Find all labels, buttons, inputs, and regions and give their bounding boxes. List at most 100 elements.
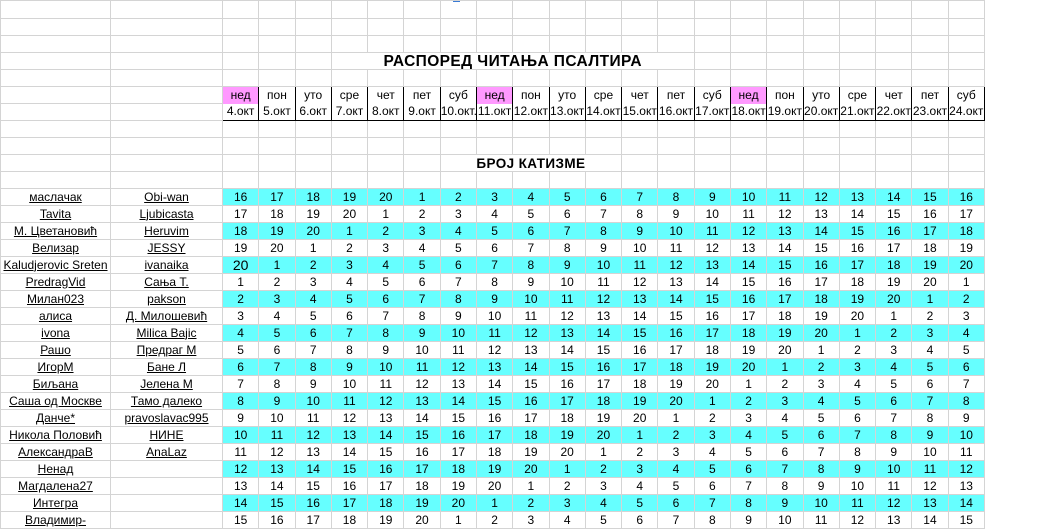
kathisma-number[interactable]: 3: [729, 409, 768, 427]
kathisma-number[interactable]: 4: [475, 205, 514, 223]
empty-cell[interactable]: [729, 69, 768, 87]
kathisma-number[interactable]: 12: [330, 409, 369, 427]
kathisma-number[interactable]: 5: [838, 392, 877, 410]
kathisma-number[interactable]: 12: [802, 188, 840, 206]
kathisma-number[interactable]: 1: [512, 477, 550, 495]
empty-cell[interactable]: [911, 52, 949, 70]
kathisma-number[interactable]: 20: [584, 426, 623, 444]
kathisma-number[interactable]: 9: [911, 426, 949, 444]
empty-cell[interactable]: [838, 0, 877, 19]
kathisma-number[interactable]: 8: [403, 307, 441, 325]
kathisma-number[interactable]: 20: [439, 494, 477, 512]
kathisma-number[interactable]: 10: [766, 511, 804, 529]
kathisma-number[interactable]: 20: [621, 409, 659, 427]
empty-cell[interactable]: [0, 35, 111, 53]
empty-cell[interactable]: [0, 171, 111, 189]
empty-cell[interactable]: [512, 0, 550, 19]
kathisma-number[interactable]: 3: [294, 273, 332, 291]
kathisma-number[interactable]: 14: [657, 290, 695, 308]
empty-cell[interactable]: [110, 103, 223, 121]
empty-cell[interactable]: [330, 120, 369, 138]
kathisma-number[interactable]: 4: [403, 239, 441, 257]
kathisma-number[interactable]: 11: [693, 222, 731, 240]
empty-cell[interactable]: [258, 18, 296, 36]
kathisma-number[interactable]: 12: [693, 239, 731, 257]
empty-cell[interactable]: [367, 154, 405, 172]
day-name-cell[interactable]: уто: [802, 86, 840, 104]
kathisma-number[interactable]: 7: [439, 273, 477, 291]
kathisma-number[interactable]: 9: [802, 477, 840, 495]
kathisma-number[interactable]: 12: [221, 460, 260, 478]
kathisma-number[interactable]: 17: [947, 205, 985, 223]
kathisma-number[interactable]: 10: [584, 256, 623, 274]
day-name-cell[interactable]: чет: [875, 86, 913, 104]
empty-cell[interactable]: [0, 120, 111, 138]
participant-name[interactable]: М. Цветановић: [0, 222, 111, 240]
kathisma-number[interactable]: 7: [512, 239, 550, 257]
participant-name[interactable]: Владимир-: [0, 511, 111, 529]
kathisma-number[interactable]: 4: [838, 375, 877, 393]
empty-cell[interactable]: [294, 18, 332, 36]
empty-cell[interactable]: [947, 18, 985, 36]
kathisma-number[interactable]: 5: [875, 375, 913, 393]
kathisma-number[interactable]: 16: [766, 273, 804, 291]
kathisma-number[interactable]: 7: [294, 341, 332, 359]
empty-cell[interactable]: [766, 18, 804, 36]
kathisma-number[interactable]: 3: [439, 205, 477, 223]
empty-cell[interactable]: [294, 52, 332, 70]
kathisma-number[interactable]: 3: [766, 392, 804, 410]
empty-cell[interactable]: [221, 171, 260, 189]
participant-name[interactable]: Kaludjerovic Sreten: [0, 256, 111, 274]
kathisma-number[interactable]: 12: [367, 392, 405, 410]
kathisma-number[interactable]: 6: [729, 460, 768, 478]
kathisma-number[interactable]: 5: [584, 511, 623, 529]
kathisma-number[interactable]: 11: [911, 460, 949, 478]
kathisma-number[interactable]: 3: [584, 477, 623, 495]
kathisma-number[interactable]: 10: [548, 273, 586, 291]
kathisma-number[interactable]: 2: [294, 256, 332, 274]
kathisma-number[interactable]: 1: [766, 358, 804, 376]
participant-name[interactable]: ivona: [0, 324, 111, 342]
empty-cell[interactable]: [657, 0, 695, 19]
participant-name[interactable]: Рашо: [0, 341, 111, 359]
kathisma-number[interactable]: 5: [548, 188, 586, 206]
empty-cell[interactable]: [294, 154, 332, 172]
kathisma-number[interactable]: 3: [621, 460, 659, 478]
kathisma-number[interactable]: 6: [802, 426, 840, 444]
empty-cell[interactable]: [512, 35, 550, 53]
empty-cell[interactable]: [258, 69, 296, 87]
empty-cell[interactable]: [584, 137, 623, 155]
empty-cell[interactable]: [911, 120, 949, 138]
empty-cell[interactable]: [911, 69, 949, 87]
empty-cell[interactable]: [802, 171, 840, 189]
kathisma-number[interactable]: 6: [330, 307, 369, 325]
kathisma-number[interactable]: 8: [294, 358, 332, 376]
empty-cell[interactable]: [621, 137, 659, 155]
kathisma-number[interactable]: 11: [475, 324, 514, 342]
kathisma-number[interactable]: 18: [766, 307, 804, 325]
day-name-cell[interactable]: чет: [367, 86, 405, 104]
kathisma-number[interactable]: 4: [802, 392, 840, 410]
kathisma-number[interactable]: 16: [548, 375, 586, 393]
kathisma-number[interactable]: 4: [258, 307, 296, 325]
empty-cell[interactable]: [729, 35, 768, 53]
kathisma-number[interactable]: 18: [512, 426, 550, 444]
kathisma-number[interactable]: 19: [693, 358, 731, 376]
kathisma-number[interactable]: 12: [657, 256, 695, 274]
kathisma-number[interactable]: 8: [548, 239, 586, 257]
kathisma-number[interactable]: 8: [584, 222, 623, 240]
kathisma-number[interactable]: 4: [584, 494, 623, 512]
kathisma-number[interactable]: 18: [258, 205, 296, 223]
empty-cell[interactable]: [766, 154, 804, 172]
empty-cell[interactable]: [221, 120, 260, 138]
empty-cell[interactable]: [584, 35, 623, 53]
kathisma-number[interactable]: 16: [947, 188, 985, 206]
empty-cell[interactable]: [802, 154, 840, 172]
kathisma-number[interactable]: 5: [221, 341, 260, 359]
empty-cell[interactable]: [221, 137, 260, 155]
schedule-title[interactable]: РАСПОРЕД ЧИТАЊА ПСАЛТИРА: [330, 52, 695, 70]
empty-cell[interactable]: [838, 52, 877, 70]
date-cell[interactable]: 12.окт: [512, 103, 550, 121]
empty-cell[interactable]: [802, 52, 840, 70]
kathisma-number[interactable]: 6: [475, 239, 514, 257]
